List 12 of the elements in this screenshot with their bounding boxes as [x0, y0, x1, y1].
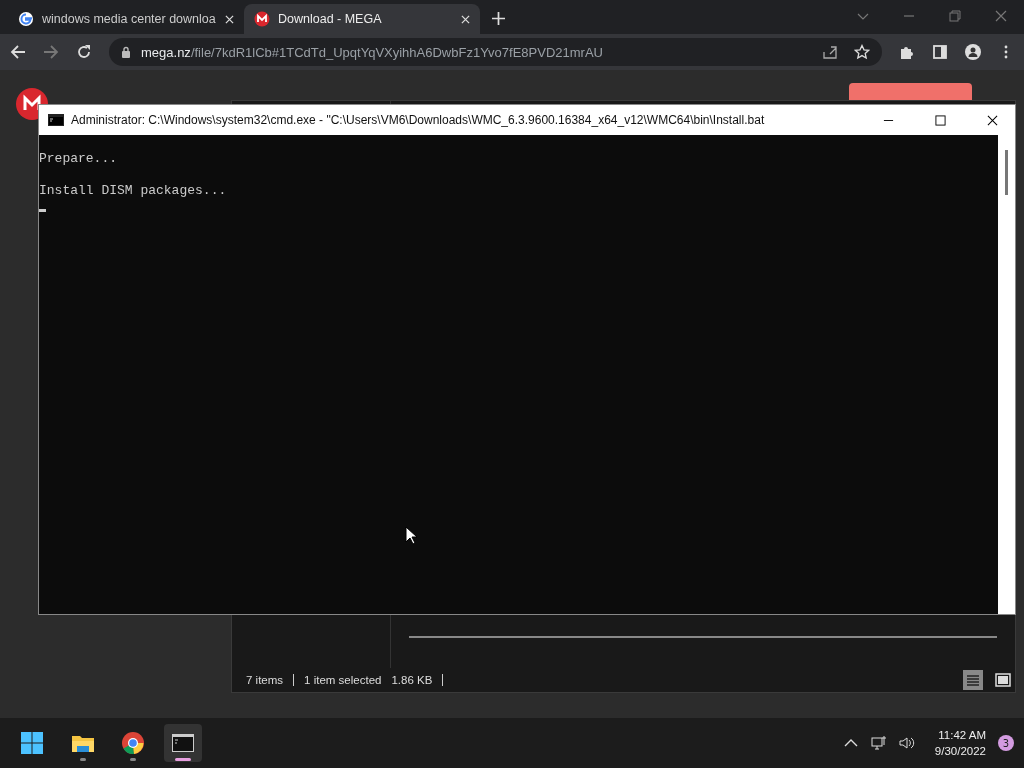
clock-date: 9/30/2022: [934, 744, 986, 759]
clock-time: 11:42 AM: [938, 728, 986, 743]
status-text: 7 items: [246, 674, 284, 686]
browser-tab[interactable]: windows media center downloa: [8, 4, 244, 34]
notification-badge[interactable]: 3: [998, 735, 1014, 751]
status-text: 1.86 KB: [391, 674, 433, 686]
address-bar[interactable]: mega.nz/file/7kdR1lCb#1TCdTd_UpqtYqVXyihhA6DwbFz1Yvo7fE8PVD21mrAU: [109, 38, 882, 66]
console-line: Install DISM packages...: [39, 183, 228, 199]
status-text: 1 item selected: [304, 674, 382, 686]
console-line: Prepare...: [39, 151, 118, 167]
browser-tab[interactable]: Download - MEGA: [244, 4, 480, 34]
window-title: Administrator: C:\Windows\system32\cmd.exe - "C:\Users\VM6\Downloads\WMC_6.3.9600.16384_x64_v12\WMC64\bin\Install.bat: [71, 113, 765, 127]
